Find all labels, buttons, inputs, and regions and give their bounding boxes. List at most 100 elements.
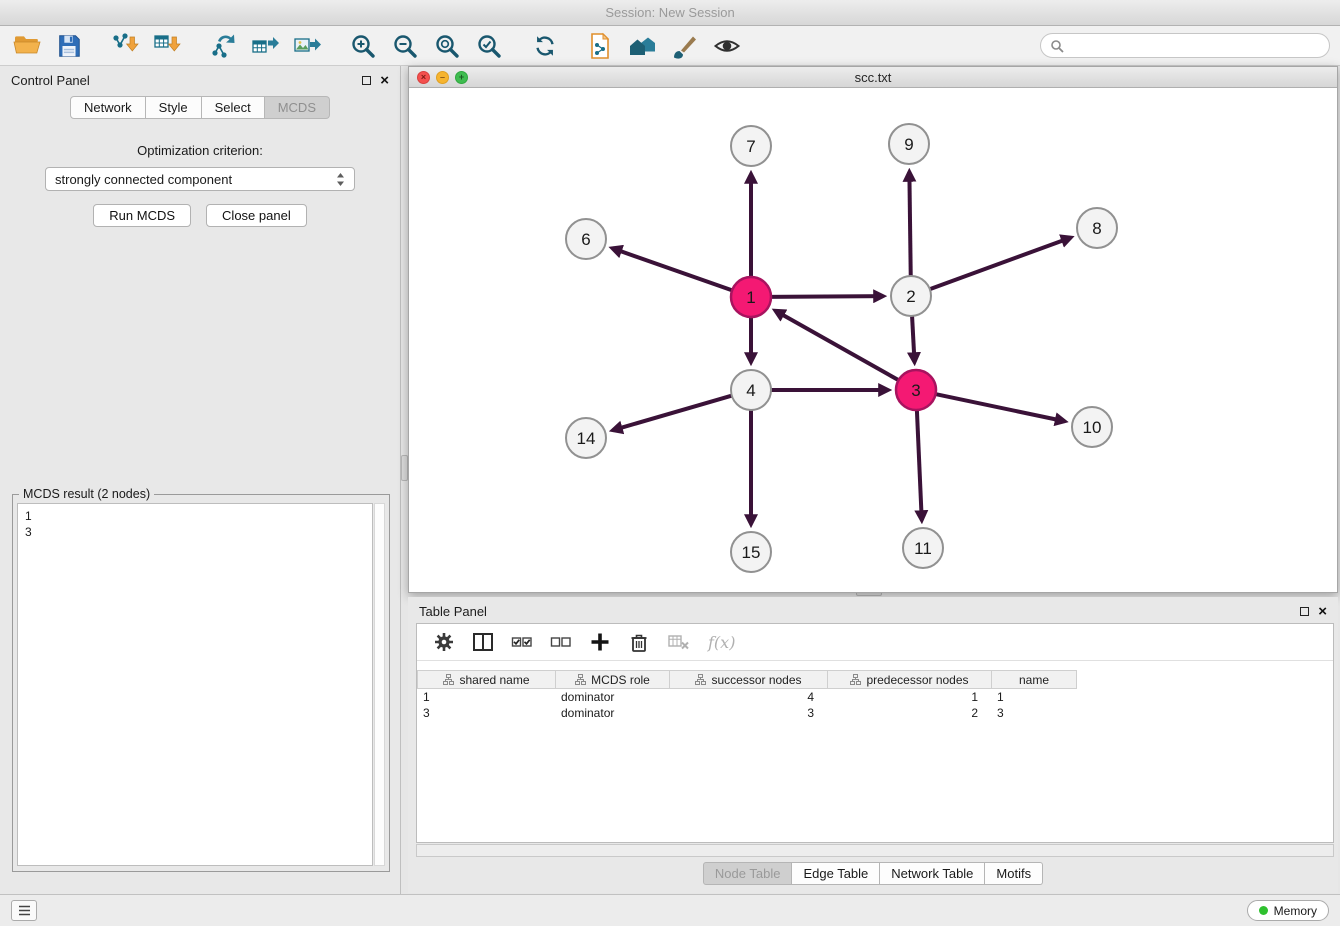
- tab-network[interactable]: Network: [70, 96, 146, 119]
- graph-edge-2-8[interactable]: [928, 238, 1071, 290]
- tab-network-table[interactable]: Network Table: [880, 862, 985, 885]
- network-canvas[interactable]: 7 9 6 8 1 2 4 3 10 14 15 11: [409, 88, 1337, 592]
- tab-node-table[interactable]: Node Table: [703, 862, 793, 885]
- cell-predecessor-nodes[interactable]: 1: [827, 690, 991, 704]
- cell-successor-nodes[interactable]: 3: [669, 706, 827, 720]
- cell-name[interactable]: 1: [991, 690, 1075, 704]
- table-row[interactable]: 1 dominator 4 1 1: [417, 689, 1333, 705]
- graph-node-1[interactable]: 1: [731, 277, 771, 317]
- table-row[interactable]: 3 dominator 3 2 3: [417, 705, 1333, 721]
- table-horizontal-scrollbar[interactable]: [416, 844, 1334, 857]
- vertical-splitter-handle[interactable]: [401, 455, 408, 481]
- graph-edge-1-2[interactable]: [769, 296, 883, 297]
- graph-edge-4-14[interactable]: [613, 395, 734, 430]
- select-all-button[interactable]: [511, 631, 533, 653]
- network-graph[interactable]: 7 9 6 8 1 2 4 3 10 14 15 11: [409, 88, 1337, 592]
- export-table-button[interactable]: [248, 29, 282, 63]
- export-image-button[interactable]: [290, 29, 324, 63]
- graph-edge-2-3[interactable]: [912, 314, 915, 362]
- graph-node-15[interactable]: 15: [731, 532, 771, 572]
- table-panel-float-button[interactable]: [1300, 607, 1309, 616]
- graph-node-7[interactable]: 7: [731, 126, 771, 166]
- close-mcds-panel-button[interactable]: Close panel: [206, 204, 307, 227]
- refresh-view-button[interactable]: [528, 29, 562, 63]
- add-column-button[interactable]: [589, 631, 611, 653]
- tab-style[interactable]: Style: [146, 96, 202, 119]
- control-panel-close-button[interactable]: ×: [380, 73, 389, 88]
- column-header-shared-name[interactable]: shared name: [418, 671, 556, 688]
- graph-node-3[interactable]: 3: [896, 370, 936, 410]
- graph-node-8[interactable]: 8: [1077, 208, 1117, 248]
- cell-successor-nodes[interactable]: 4: [669, 690, 827, 704]
- search-input[interactable]: [1069, 38, 1320, 53]
- memory-button[interactable]: Memory: [1247, 900, 1329, 921]
- export-network-button[interactable]: [206, 29, 240, 63]
- graph-node-2[interactable]: 2: [891, 276, 931, 316]
- column-label: name: [1019, 673, 1049, 687]
- zoom-fit-button[interactable]: [430, 29, 464, 63]
- open-session-button[interactable]: [10, 29, 44, 63]
- svg-text:8: 8: [1092, 219, 1101, 238]
- svg-text:2: 2: [906, 287, 915, 306]
- unselect-all-button[interactable]: [550, 631, 572, 653]
- zoom-window-button[interactable]: +: [455, 71, 468, 84]
- show-columns-button[interactable]: [472, 631, 494, 653]
- zoom-selected-button[interactable]: [472, 29, 506, 63]
- file-toolbar-group: [10, 29, 86, 63]
- run-mcds-button[interactable]: Run MCDS: [93, 204, 191, 227]
- delete-table-button[interactable]: [667, 631, 691, 653]
- criterion-dropdown-value: strongly connected component: [55, 172, 232, 187]
- column-header-name[interactable]: name: [992, 671, 1076, 688]
- column-header-successor-nodes[interactable]: successor nodes: [670, 671, 828, 688]
- zoom-in-button[interactable]: [346, 29, 380, 63]
- mcds-result-list[interactable]: 1 3: [17, 503, 373, 866]
- network-document-button[interactable]: [584, 29, 618, 63]
- function-builder-button[interactable]: f(x): [708, 633, 735, 652]
- zoom-out-button[interactable]: [388, 29, 422, 63]
- tab-select[interactable]: Select: [202, 96, 265, 119]
- graph-node-14[interactable]: 14: [566, 418, 606, 458]
- criterion-dropdown[interactable]: strongly connected component: [45, 167, 355, 191]
- graph-node-4[interactable]: 4: [731, 370, 771, 410]
- minimize-window-button[interactable]: –: [436, 71, 449, 84]
- tab-motifs[interactable]: Motifs: [985, 862, 1043, 885]
- result-scrollbar[interactable]: [374, 503, 385, 866]
- import-network-button[interactable]: [108, 29, 142, 63]
- graph-edge-2-9[interactable]: [909, 172, 910, 278]
- delete-column-button[interactable]: [628, 631, 650, 653]
- graph-node-9[interactable]: 9: [889, 124, 929, 164]
- graph-node-10[interactable]: 10: [1072, 407, 1112, 447]
- zoom-toolbar-group: [346, 29, 506, 63]
- export-image-icon: [292, 31, 322, 61]
- close-window-button[interactable]: ×: [417, 71, 430, 84]
- graph-edge-3-1[interactable]: [775, 311, 900, 381]
- task-history-button[interactable]: [11, 900, 37, 921]
- save-session-button[interactable]: [52, 29, 86, 63]
- table-settings-button[interactable]: [433, 631, 455, 653]
- graph-edge-3-10[interactable]: [934, 394, 1065, 422]
- control-panel-float-button[interactable]: [362, 76, 371, 85]
- column-header-predecessor-nodes[interactable]: predecessor nodes: [828, 671, 992, 688]
- graph-edge-3-11[interactable]: [917, 408, 922, 520]
- cell-mcds-role[interactable]: dominator: [555, 706, 669, 720]
- tab-edge-table[interactable]: Edge Table: [792, 862, 880, 885]
- table-panel-close-button[interactable]: ×: [1318, 604, 1327, 619]
- column-header-mcds-role[interactable]: MCDS role: [556, 671, 670, 688]
- plus-icon: [589, 631, 611, 653]
- cell-shared-name[interactable]: 3: [417, 706, 555, 720]
- cell-name[interactable]: 3: [991, 706, 1075, 720]
- graph-node-6[interactable]: 6: [566, 219, 606, 259]
- graph-node-11[interactable]: 11: [903, 528, 943, 568]
- cell-mcds-role[interactable]: dominator: [555, 690, 669, 704]
- apply-style-button[interactable]: [668, 29, 702, 63]
- graph-edge-1-6[interactable]: [612, 248, 734, 291]
- tab-mcds[interactable]: MCDS: [265, 96, 330, 119]
- svg-text:4: 4: [746, 381, 755, 400]
- svg-text:7: 7: [746, 137, 755, 156]
- import-table-button[interactable]: [150, 29, 184, 63]
- cell-predecessor-nodes[interactable]: 2: [827, 706, 991, 720]
- search-box[interactable]: [1040, 33, 1330, 58]
- visibility-button[interactable]: [710, 29, 744, 63]
- cell-shared-name[interactable]: 1: [417, 690, 555, 704]
- home-button[interactable]: [626, 29, 660, 63]
